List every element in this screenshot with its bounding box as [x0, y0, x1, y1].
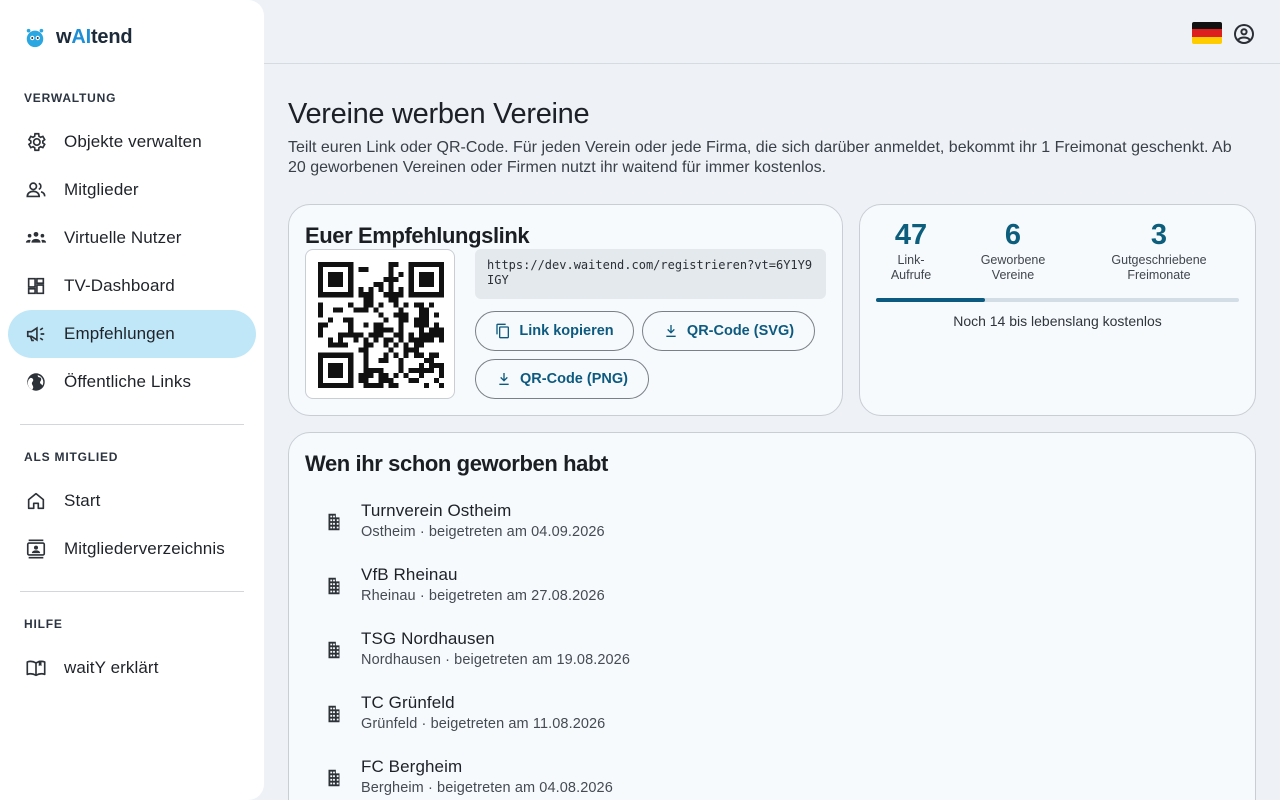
sidebar-item-mitglieder[interactable]: Mitglieder — [8, 166, 256, 214]
home-icon — [24, 489, 48, 513]
sidebar-item-label: Empfehlungen — [64, 324, 175, 343]
referral-name: TSG Nordhausen — [361, 629, 495, 648]
sidebar-divider — [20, 424, 244, 425]
building-icon — [323, 511, 345, 533]
stats-card: 47 Link- Aufrufe 6 Geworbene Vereine 3 G… — [859, 204, 1256, 416]
section-title-hilfe: HILFE — [24, 617, 63, 631]
referred-clubs-value: 6 — [1004, 219, 1022, 251]
sidebar: wAItend VERWALTUNG Objekte verwalten Mit… — [0, 0, 264, 800]
building-icon — [323, 703, 345, 725]
download-qr-svg-button[interactable]: QR-Code (SVG) — [642, 311, 815, 351]
referral-detail: Rheinau · beigetreten am 27.08.2026 — [361, 588, 605, 604]
sidebar-item-start[interactable]: Start — [8, 477, 256, 525]
qr-png-label: QR-Code (PNG) — [520, 371, 628, 387]
referral-detail: Bergheim · beigetreten am 04.08.2026 — [361, 780, 613, 796]
german-flag-icon[interactable] — [1192, 22, 1222, 44]
section-title-als-mitglied: ALS MITGLIED — [24, 450, 119, 464]
download-icon — [666, 325, 676, 337]
list-item: TC Grünfeld Grünfeld · beigetreten am 11.… — [309, 693, 1209, 749]
globe-icon — [24, 370, 48, 394]
link-views-label: Link- Aufrufe — [890, 253, 932, 282]
sidebar-item-objekte-verwalten[interactable]: Objekte verwalten — [8, 118, 256, 166]
referral-link-field[interactable]: https://dev.waitend.com/registrieren?vt=… — [475, 249, 826, 299]
list-item: TSG Nordhausen Nordhausen · beigetreten a… — [309, 629, 1209, 685]
sidebar-item-label: Mitgliederverzeichnis — [64, 539, 225, 558]
sidebar-item-label: TV-Dashboard — [64, 276, 175, 295]
download-qr-png-button[interactable]: QR-Code (PNG) — [475, 359, 649, 399]
sidebar-divider — [20, 591, 244, 592]
building-icon — [323, 639, 345, 661]
list-item: FC Bergheim Bergheim · beigetreten am 04.… — [309, 757, 1209, 800]
people-icon — [24, 178, 48, 202]
qr-svg-label: QR-Code (SVG) — [686, 323, 795, 339]
sidebar-item-mitgliederverzeichnis[interactable]: Mitgliederverzeichnis — [8, 525, 256, 573]
sidebar-item-label: Start — [64, 491, 101, 510]
referral-detail: Ostheim · beigetreten am 04.09.2026 — [361, 524, 605, 540]
free-months-label: Gutgeschriebene Freimonate — [1111, 253, 1207, 282]
building-icon — [323, 767, 345, 789]
sidebar-item-virtuelle-nutzer[interactable]: Virtuelle Nutzer — [8, 214, 256, 262]
qr-code-image — [318, 262, 444, 388]
link-views-value: 47 — [894, 219, 928, 251]
card-title: Wen ihr schon geworben habt — [305, 451, 608, 476]
sidebar-item-label: Mitglieder — [64, 180, 139, 199]
progress-text: Noch 14 bis lebenslang kostenlos — [953, 313, 1162, 329]
sidebar-item-label: Virtuelle Nutzer — [64, 228, 182, 247]
sidebar-item-tv-dashboard[interactable]: TV-Dashboard — [8, 262, 256, 310]
dashboard-icon — [24, 274, 48, 298]
referral-name: FC Bergheim — [361, 757, 463, 776]
contacts-icon — [24, 537, 48, 561]
sidebar-item-label: Objekte verwalten — [64, 132, 202, 151]
referral-detail: Grünfeld · beigetreten am 11.08.2026 — [361, 716, 606, 732]
page-title: Vereine werben Vereine — [288, 98, 590, 130]
list-item: Turnverein Ostheim Ostheim · beigetreten … — [309, 501, 1209, 557]
sidebar-item-label: waitY erklärt — [64, 658, 159, 677]
copy-link-label: Link kopieren — [519, 323, 614, 339]
referral-link-card: Euer Empfehlungslink https://dev.waitend… — [288, 204, 843, 416]
brand[interactable]: wAItend — [24, 26, 133, 49]
gear-icon — [24, 130, 48, 154]
progress-bar-fill — [876, 298, 985, 302]
qr-code — [305, 249, 455, 399]
brand-name: wAItend — [56, 26, 133, 48]
copy-link-button[interactable]: Link kopieren — [475, 311, 634, 351]
groups-icon — [24, 226, 48, 250]
list-item: VfB Rheinau Rheinau · beigetreten am 27.0… — [309, 565, 1209, 621]
page-description: Teilt euren Link oder QR-Code. Für jeden… — [288, 139, 1232, 176]
card-title: Euer Empfehlungslink — [305, 223, 530, 248]
referral-name: VfB Rheinau — [361, 565, 458, 584]
referred-clubs-label: Geworbene Vereine — [980, 253, 1046, 282]
sidebar-item-waity-erklaert[interactable]: waitY erklärt — [8, 644, 256, 692]
account-circle-icon[interactable] — [1232, 22, 1256, 46]
logo-mascot-icon — [26, 28, 44, 47]
referred-list-card: Wen ihr schon geworben habt Turnverein O… — [288, 432, 1256, 800]
free-months-value: 3 — [1150, 219, 1168, 251]
referral-detail: Nordhausen · beigetreten am 19.08.2026 — [361, 652, 631, 668]
sidebar-item-label: Öffentliche Links — [64, 372, 192, 391]
sidebar-item-oeffentliche-links[interactable]: Öffentliche Links — [8, 358, 256, 406]
top-bar — [264, 0, 1280, 64]
referral-name: TC Grünfeld — [361, 693, 455, 712]
campaign-icon — [24, 322, 48, 346]
book-icon — [24, 656, 48, 680]
section-title-verwaltung: VERWALTUNG — [24, 91, 117, 105]
referral-name: Turnverein Ostheim — [361, 501, 512, 520]
download-icon — [499, 373, 509, 385]
building-icon — [323, 575, 345, 597]
sidebar-item-empfehlungen[interactable]: Empfehlungen — [8, 310, 256, 358]
copy-icon — [496, 323, 510, 339]
progress-bar — [876, 298, 1239, 302]
